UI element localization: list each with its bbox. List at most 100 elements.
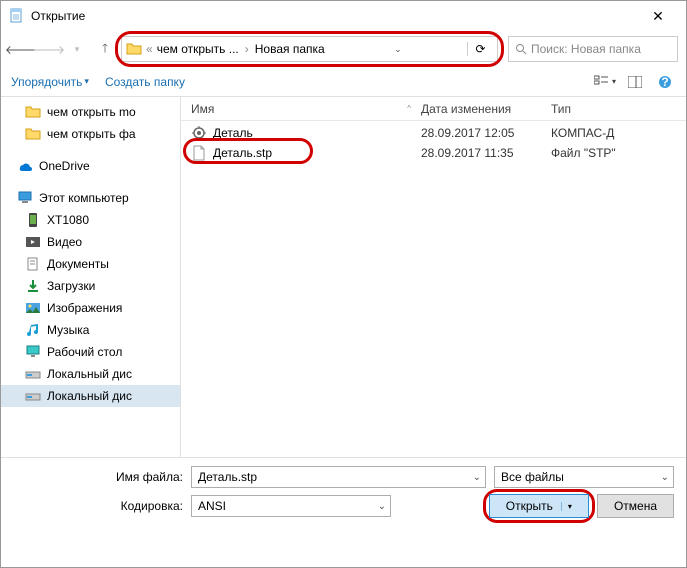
path-segment-0[interactable]: чем открыть ... [153, 42, 243, 56]
sidebar-item-label: Музыка [47, 323, 89, 337]
help-button[interactable]: ? [654, 71, 676, 93]
generic-file-icon [191, 145, 207, 161]
file-row[interactable]: Деталь.stp 28.09.2017 11:35 Файл "STP" [181, 143, 686, 163]
file-area: Имя ^ Дата изменения Тип Деталь 28.09.20… [181, 97, 686, 457]
sidebar-item-onedrive[interactable]: OneDrive [1, 155, 180, 177]
organize-button[interactable]: Упорядочить ▾ [11, 75, 89, 89]
folder-icon [25, 104, 41, 120]
sidebar-item-documents[interactable]: Документы [1, 253, 180, 275]
address-bar-wrap: « чем открыть ... › Новая папка ⌄ ⟳ [121, 36, 498, 62]
column-headers: Имя ^ Дата изменения Тип [181, 97, 686, 121]
toolbar: Упорядочить ▾ Создать папку ▾ ? [1, 67, 686, 97]
sidebar-item-pictures[interactable]: Изображения [1, 297, 180, 319]
split-dropdown-icon[interactable]: ▾ [561, 502, 572, 511]
column-date[interactable]: Дата изменения [421, 102, 551, 116]
computer-icon [17, 190, 33, 206]
disk-icon [25, 366, 41, 382]
titlebar: Открытие ✕ [1, 1, 686, 31]
sidebar-item-device[interactable]: XT1080 [1, 209, 180, 231]
encoding-select[interactable]: ANSI ⌄ [191, 495, 391, 517]
view-mode-button[interactable]: ▾ [594, 71, 616, 93]
search-input[interactable]: Поиск: Новая папка [508, 36, 678, 62]
chevron-down-icon: ▾ [84, 76, 89, 87]
sidebar-item-folder-1[interactable]: чем открыть фа [1, 123, 180, 145]
sidebar-item-label: Локальный дис [47, 367, 132, 381]
file-date: 28.09.2017 11:35 [421, 146, 551, 160]
filter-value: Все файлы [501, 470, 564, 484]
file-type: Файл "STP" [551, 146, 686, 160]
sidebar-item-music[interactable]: Музыка [1, 319, 180, 341]
cancel-button[interactable]: Отмена [597, 494, 674, 518]
sidebar-item-disk-0[interactable]: Локальный дис [1, 363, 180, 385]
encoding-value: ANSI [198, 499, 226, 513]
device-icon [25, 212, 41, 228]
encoding-label: Кодировка: [13, 499, 183, 513]
up-button[interactable]: 🡑 [93, 37, 117, 61]
sidebar-item-label: Локальный дис [47, 389, 132, 403]
open-dialog: Открытие ✕ 🡐 🡒 ▾ 🡑 « чем открыть ... › Н… [0, 0, 687, 568]
body: чем открыть mo чем открыть фа OneDrive Э… [1, 97, 686, 457]
file-name: Деталь.stp [213, 146, 272, 160]
notepad-icon [9, 8, 25, 24]
downloads-icon [25, 278, 41, 294]
refresh-button[interactable]: ⟳ [467, 42, 493, 56]
chevron-right-icon: › [243, 42, 251, 56]
sidebar-item-computer[interactable]: Этот компьютер [1, 187, 180, 209]
open-label: Открыть [506, 499, 553, 513]
sidebar-item-desktop[interactable]: Рабочий стол [1, 341, 180, 363]
organize-label: Упорядочить [11, 75, 82, 89]
sidebar-item-label: Загрузки [47, 279, 95, 293]
sidebar-item-folder-0[interactable]: чем открыть mo [1, 101, 180, 123]
window-title: Открытие [31, 9, 638, 23]
navigation-row: 🡐 🡒 ▾ 🡑 « чем открыть ... › Новая папка … [1, 31, 686, 67]
address-bar[interactable]: « чем открыть ... › Новая папка ⌄ ⟳ [121, 36, 498, 62]
sort-indicator-icon: ^ [407, 104, 411, 113]
filter-select[interactable]: Все файлы ⌄ [494, 466, 674, 488]
column-name-label: Имя [191, 102, 214, 116]
path-segment-1[interactable]: Новая папка [251, 42, 329, 56]
chevron-down-icon: ⌄ [473, 472, 481, 483]
preview-pane-button[interactable] [624, 71, 646, 93]
close-button[interactable]: ✕ [638, 8, 678, 25]
new-folder-button[interactable]: Создать папку [105, 75, 185, 89]
sidebar-item-disk-1[interactable]: Локальный дис [1, 385, 180, 407]
toolbar-right: ▾ ? [594, 71, 676, 93]
filename-value: Деталь.stp [198, 470, 257, 484]
sidebar-item-label: OneDrive [39, 159, 90, 173]
sidebar-item-label: Видео [47, 235, 82, 249]
path-dropdown[interactable]: ⌄ [385, 44, 411, 55]
sidebar-item-label: XT1080 [47, 213, 89, 227]
column-type[interactable]: Тип [551, 102, 686, 116]
file-type: КОМПАС-Д [551, 126, 686, 140]
sidebar-item-label: Документы [47, 257, 109, 271]
cancel-label: Отмена [614, 499, 657, 513]
back-button[interactable]: 🡐 [9, 37, 33, 61]
documents-icon [25, 256, 41, 272]
sidebar-item-label: Рабочий стол [47, 345, 122, 359]
new-folder-label: Создать папку [105, 75, 185, 89]
desktop-icon [25, 344, 41, 360]
part-icon [191, 125, 207, 141]
recent-dropdown[interactable]: ▾ [65, 37, 89, 61]
forward-button[interactable]: 🡒 [37, 37, 61, 61]
sidebar-item-video[interactable]: Видео [1, 231, 180, 253]
filename-label: Имя файла: [13, 470, 183, 484]
search-placeholder: Поиск: Новая папка [531, 42, 641, 56]
open-button[interactable]: Открыть ▾ [489, 494, 589, 518]
file-date: 28.09.2017 12:05 [421, 126, 551, 140]
chevron-down-icon: ⌄ [661, 472, 669, 483]
file-name: Деталь [213, 126, 253, 140]
disk-icon [25, 388, 41, 404]
sidebar-item-label: Этот компьютер [39, 191, 129, 205]
column-name[interactable]: Имя ^ [181, 102, 421, 116]
sidebar-item-label: чем открыть mo [47, 105, 136, 119]
footer: Имя файла: Деталь.stp ⌄ Все файлы ⌄ Коди… [1, 457, 686, 532]
sidebar-item-downloads[interactable]: Загрузки [1, 275, 180, 297]
sidebar: чем открыть mo чем открыть фа OneDrive Э… [1, 97, 181, 457]
file-list[interactable]: Деталь 28.09.2017 12:05 КОМПАС-Д Деталь.… [181, 121, 686, 457]
pictures-icon [25, 300, 41, 316]
filename-input[interactable]: Деталь.stp ⌄ [191, 466, 486, 488]
music-icon [25, 322, 41, 338]
folder-icon [126, 41, 142, 57]
file-row[interactable]: Деталь 28.09.2017 12:05 КОМПАС-Д [181, 123, 686, 143]
